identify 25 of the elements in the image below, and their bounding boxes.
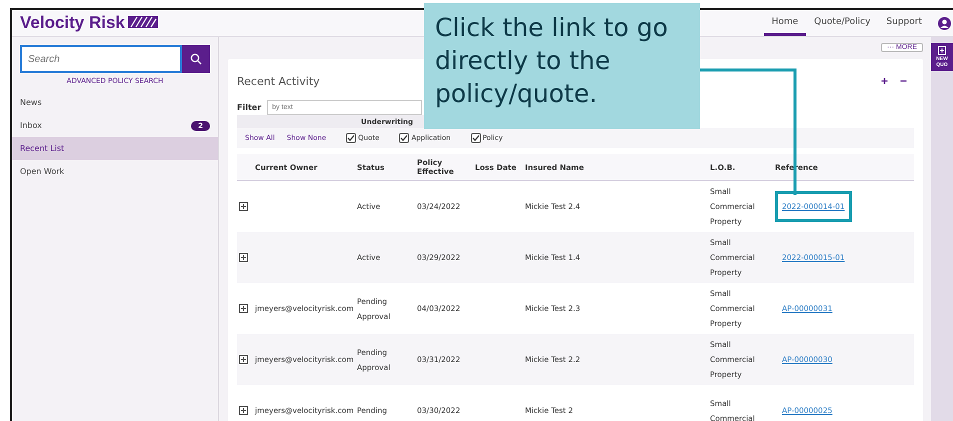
expand-row-icon[interactable] [239,202,248,211]
search-icon [190,53,202,65]
expand-row-icon[interactable] [239,253,248,262]
checkbox[interactable] [399,133,410,143]
brand-logo: Velocity Risk [20,13,158,33]
user-icon[interactable] [938,16,951,30]
callout-box: Click the link to go directly to the policy/quote. [424,3,700,129]
plus-document-icon [938,46,946,55]
search-field[interactable]: Search [20,45,182,73]
checkbox[interactable] [470,133,481,143]
sidebar-item[interactable]: Recent List [12,137,218,160]
filter-label: Filter [237,102,262,112]
sidebar-item[interactable]: Open Work [12,160,218,183]
nav-tab[interactable]: Quote/Policy [806,10,878,36]
expand-all-button[interactable]: + [878,74,891,88]
checkbox[interactable] [346,133,356,143]
expand-row-icon[interactable] [239,304,248,313]
collapse-all-button[interactable]: − [896,74,910,88]
nav-tab[interactable]: Support [878,10,930,36]
search-button[interactable] [182,45,210,73]
expand-row-icon[interactable] [239,406,248,415]
sidebar-item[interactable]: News [12,91,218,114]
panel-title: Recent Activity [237,74,320,88]
expand-row-icon[interactable] [239,355,248,364]
nav-tab[interactable]: Home [764,10,806,36]
